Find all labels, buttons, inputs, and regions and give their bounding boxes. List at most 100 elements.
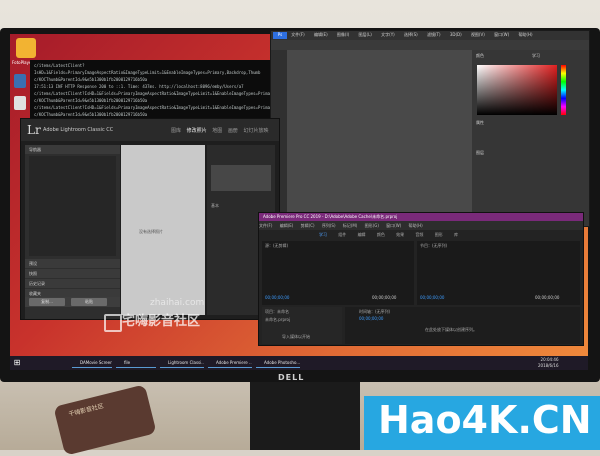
pr-menu-item[interactable]: 剪辑(C) bbox=[301, 223, 315, 228]
pr-source-label: 源：(无剪辑) bbox=[265, 243, 289, 248]
ps-menu-item[interactable]: 选择(S) bbox=[404, 32, 418, 37]
ps-menu-item[interactable]: 文件(F) bbox=[291, 32, 304, 37]
taskbar: ⊞ DAMovie Screen... file Lightroom Class… bbox=[10, 356, 588, 370]
taskbar-clock[interactable]: 20:04:46 2018/6/16 bbox=[538, 357, 559, 369]
lr-module-slideshow[interactable]: 幻灯片放映 bbox=[243, 128, 268, 134]
pr-ws-libraries[interactable]: 库 bbox=[454, 232, 458, 237]
lr-module-develop[interactable]: 修改照片 bbox=[187, 128, 207, 134]
lr-app-name: Adobe Lightroom Classic CC bbox=[43, 127, 114, 133]
lr-section-navigator[interactable]: 导航器 bbox=[25, 145, 120, 154]
pr-source-timecode: 00;00;00;00 bbox=[265, 295, 290, 300]
taskbar-item-photoshop[interactable]: Adobe Photosho... bbox=[256, 358, 300, 368]
pr-menu-item[interactable]: 帮助(H) bbox=[409, 223, 423, 228]
pr-timeline-hint: 在此处放下媒体以创建序列。 bbox=[425, 327, 477, 332]
ps-menu-item[interactable]: 视图(V) bbox=[471, 32, 485, 37]
pr-menu-item[interactable]: 标记(M) bbox=[343, 223, 358, 228]
desktop-doc-icon[interactable] bbox=[14, 74, 26, 88]
lr-logo: Lr bbox=[27, 123, 41, 137]
ps-canvas-area[interactable] bbox=[287, 50, 472, 226]
lr-photo-area[interactable] bbox=[121, 145, 205, 315]
pr-timeline-panel[interactable]: 时间轴：(无序列) 00;00;00;00 在此处放下媒体以创建序列。 bbox=[345, 307, 580, 344]
console-line: c/items/LatestClient?IsHD=1&Fields=Prima… bbox=[34, 63, 261, 75]
lr-basic-label: 基本 bbox=[211, 203, 219, 208]
console-line: c/items/LatestClient?IsHD=1&Fields=Prima… bbox=[34, 91, 275, 96]
lr-header: Lr Adobe Lightroom Classic CC 图库 修改照片 地图… bbox=[21, 119, 279, 141]
ps-color-tab[interactable]: 颜色 bbox=[476, 53, 484, 59]
ps-menu-item[interactable]: 文字(Y) bbox=[381, 32, 395, 37]
ps-learn-tab[interactable]: 学习 bbox=[532, 53, 540, 59]
ps-menu-item[interactable]: 帮助(H) bbox=[518, 32, 532, 37]
lr-bottom-bar: 复制... 粘贴 bbox=[25, 297, 120, 307]
clock-date: 2018/6/16 bbox=[538, 363, 559, 368]
pr-ws-audio[interactable]: 音频 bbox=[415, 232, 423, 237]
pr-menu-item[interactable]: 序列(S) bbox=[322, 223, 336, 228]
pr-menubar: 文件(F) 编辑(E) 剪辑(C) 序列(S) 标记(M) 图形(G) 窗口(W… bbox=[259, 221, 583, 230]
console-line: c/KOCThumb&ParentId=9&e5b1300b1fb2000129… bbox=[34, 98, 148, 103]
desktop-app-icon[interactable] bbox=[16, 38, 36, 58]
lr-module-map[interactable]: 地图 bbox=[212, 128, 222, 134]
monitor-stand bbox=[250, 382, 360, 450]
lr-module-picker: 图库 修改照片 地图 画册 幻灯片放映 bbox=[171, 127, 272, 134]
pr-ws-color[interactable]: 颜色 bbox=[377, 232, 385, 237]
lr-left-panel: 导航器 预设 快照 历史记录 收藏夹 bbox=[25, 145, 120, 319]
pr-timeline-label: 时间轴：(无序列) bbox=[359, 309, 391, 314]
ps-layers-tab[interactable]: 图层 bbox=[476, 150, 484, 156]
pr-ws-graphics[interactable]: 图形 bbox=[435, 232, 443, 237]
taskbar-item-damovie[interactable]: DAMovie Screen... bbox=[72, 358, 112, 368]
ps-menu-item[interactable]: 图像(I) bbox=[337, 32, 349, 37]
lr-section-presets[interactable]: 预设 bbox=[25, 259, 120, 268]
ps-properties-tab[interactable]: 属性 bbox=[476, 120, 484, 126]
watermark-url: zhaihai.com bbox=[150, 298, 205, 308]
console-line: c/KOCThumb&ParentId=9&e5b1300b1fb2000129… bbox=[34, 77, 148, 82]
pr-timeline-timecode: 00;00;00;00 bbox=[359, 316, 384, 321]
lr-module-library[interactable]: 图库 bbox=[171, 128, 181, 134]
pr-source-monitor[interactable]: 源：(无剪辑) 00;00;00;00 00;00;00;00 bbox=[262, 241, 414, 305]
pr-project-panel[interactable]: 项目：未命名 未命名.prproj 导入媒体以开始 bbox=[262, 307, 342, 344]
lr-module-book[interactable]: 画册 bbox=[228, 128, 238, 134]
pr-menu-item[interactable]: 窗口(W) bbox=[386, 223, 401, 228]
ps-menu-item[interactable]: 窗口(W) bbox=[494, 32, 509, 37]
site-brand-text: Hao4K.CN bbox=[378, 398, 592, 442]
premiere-window: Adobe Premiere Pro CC 2019 - D:\Adobe\Ad… bbox=[258, 212, 584, 346]
console-line: c/KOCThumb&ParentId=9&e5b1300b1fb2000129… bbox=[34, 112, 148, 117]
ps-color-picker[interactable] bbox=[477, 65, 557, 115]
pr-ws-learning[interactable]: 学习 bbox=[319, 232, 327, 237]
ps-menu-item[interactable]: 编辑(E) bbox=[314, 32, 328, 37]
lr-copy-button[interactable]: 复制... bbox=[29, 298, 65, 306]
lr-section-snapshots[interactable]: 快照 bbox=[25, 269, 120, 278]
ps-options-bar bbox=[271, 40, 589, 50]
watermark-house-icon bbox=[104, 314, 122, 332]
lightroom-window: Lr Adobe Lightroom Classic CC 图库 修改照片 地图… bbox=[20, 118, 280, 320]
ps-menu-item[interactable]: 3D(D) bbox=[450, 32, 462, 37]
pr-program-monitor[interactable]: 节目：(无序列) 00;00;00;00 00;00;00;00 bbox=[417, 241, 580, 305]
desktop-file-icon[interactable] bbox=[14, 96, 26, 110]
lr-paste-button[interactable]: 粘贴 bbox=[71, 298, 107, 306]
pr-ws-editing[interactable]: 编辑 bbox=[358, 232, 366, 237]
pr-program-duration: 00;00;00;00 bbox=[535, 295, 560, 300]
pr-workspace-tabs: 学习 组件 编辑 颜色 效果 音频 图形 库 bbox=[319, 230, 583, 239]
lr-navigator-preview bbox=[29, 156, 116, 256]
pr-source-duration: 00;00;00;00 bbox=[372, 295, 397, 300]
ps-hue-slider[interactable] bbox=[561, 65, 566, 115]
pr-ws-effects[interactable]: 效果 bbox=[396, 232, 404, 237]
pr-import-hint: 导入媒体以开始 bbox=[282, 334, 310, 339]
taskbar-item-premiere[interactable]: Adobe Premiere ... bbox=[208, 358, 252, 368]
console-line: 17:51:13 INF HTTP Response 200 to ::1. T… bbox=[34, 84, 244, 89]
taskbar-item-lightroom[interactable]: Lightroom Classi... bbox=[160, 358, 204, 368]
pr-menu-item[interactable]: 图形(G) bbox=[365, 223, 379, 228]
ps-menu-item[interactable]: 图层(L) bbox=[359, 32, 372, 37]
pr-ws-assembly[interactable]: 组件 bbox=[338, 232, 346, 237]
photoshop-window: Ps 文件(F) 编辑(E) 图像(I) 图层(L) 文字(Y) 选择(S) 滤… bbox=[270, 30, 590, 227]
taskbar-item-file[interactable]: file bbox=[116, 358, 156, 368]
ps-menu-item[interactable]: 滤镜(T) bbox=[427, 32, 441, 37]
ps-logo-icon: Ps bbox=[273, 32, 287, 39]
windows-start-icon[interactable]: ⊞ bbox=[12, 358, 22, 368]
pr-menu-item[interactable]: 文件(F) bbox=[259, 223, 272, 228]
pr-menu-item[interactable]: 编辑(E) bbox=[280, 223, 294, 228]
pr-project-label: 项目：未命名 bbox=[265, 309, 289, 314]
lr-section-history[interactable]: 历史记录 bbox=[25, 279, 120, 288]
pr-title-bar: Adobe Premiere Pro CC 2019 - D:\Adobe\Ad… bbox=[259, 213, 583, 221]
watermark-text: 宅嗨影音社区 bbox=[122, 314, 201, 329]
lr-histogram bbox=[211, 165, 271, 191]
pr-project-file: 未命名.prproj bbox=[265, 317, 291, 322]
